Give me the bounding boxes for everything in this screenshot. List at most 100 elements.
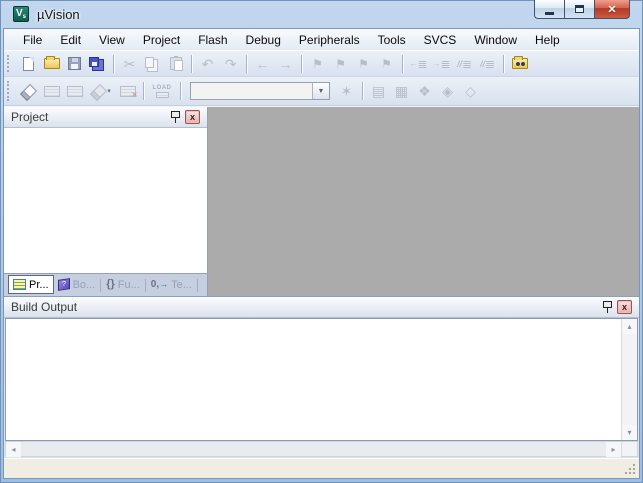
navigate-forward-button[interactable]: →: [274, 53, 297, 75]
pin-icon[interactable]: [603, 301, 612, 313]
uncomment-lines: ≣: [484, 56, 496, 71]
file-toolbar: ✂ ↶ ↷ ← → ⚑ ⚑ ⚑ ⚑ ← ≣ → ≣ //≣ //≣: [4, 51, 639, 77]
undo-icon: ↶: [201, 55, 214, 72]
menu-debug[interactable]: Debug: [237, 31, 290, 49]
bookmark-prev-icon: ⚑: [358, 56, 369, 71]
runtime-environment-button[interactable]: ◇: [459, 80, 482, 102]
open-file-button[interactable]: [40, 53, 63, 75]
horizontal-scroll-track[interactable]: [21, 442, 606, 456]
tab-project[interactable]: Pr...: [8, 275, 54, 294]
minimize-button[interactable]: [534, 0, 564, 19]
close-button[interactable]: ✕: [594, 0, 630, 19]
open-folder-icon: [43, 56, 60, 69]
toolbar-separator: [246, 54, 247, 73]
tab-separator: [196, 279, 198, 292]
tab-templates-label: Te...: [171, 278, 192, 291]
menu-tools[interactable]: Tools: [369, 31, 415, 49]
comment-button[interactable]: //≣: [453, 53, 476, 75]
comment-lines: ≣: [461, 56, 473, 71]
horizontal-scrollbar[interactable]: ◂ ▸: [5, 441, 638, 457]
pin-icon[interactable]: [171, 111, 180, 123]
tab-books[interactable]: ? Bo...: [54, 275, 100, 294]
copy-icon: [145, 56, 154, 68]
toolbar-separator: [301, 54, 302, 73]
build-toolbar: ▾ ✕ LOAD ▼ ✶ ▤ ▦ ❖ ◈ ◇: [4, 77, 639, 106]
rebuild-button[interactable]: [63, 80, 86, 102]
scroll-down-button[interactable]: ▾: [622, 425, 637, 440]
menu-edit[interactable]: Edit: [51, 31, 90, 49]
cut-button[interactable]: ✂: [118, 53, 141, 75]
build-output-content[interactable]: [6, 319, 621, 440]
rebuild-icon: [66, 85, 83, 97]
menu-flash[interactable]: Flash: [189, 31, 236, 49]
multi-project-workspace-button[interactable]: ▦: [390, 80, 413, 102]
book-question-mark: ?: [61, 280, 66, 289]
toolbar-grip[interactable]: [7, 55, 14, 72]
maximize-button[interactable]: [564, 0, 594, 19]
menu-file[interactable]: File: [14, 31, 51, 49]
bookmark-toggle-button[interactable]: ⚑: [306, 53, 329, 75]
download-flash-icon: LOAD: [153, 85, 172, 98]
menu-window[interactable]: Window: [465, 31, 526, 49]
new-file-button[interactable]: [17, 53, 40, 75]
menu-project[interactable]: Project: [134, 31, 189, 49]
save-button[interactable]: [63, 53, 86, 75]
resize-grip-icon[interactable]: [633, 464, 635, 466]
toolbar-separator: [180, 82, 181, 100]
uvision-window: Vs µVision ✕ File Edit View Project Flas…: [0, 0, 643, 483]
title-bar[interactable]: Vs µVision ✕: [0, 0, 643, 28]
workspace: Project x Pr... ? Bo... {} Fu... 0, → Te…: [4, 106, 639, 296]
project-panel-close-button[interactable]: x: [185, 110, 200, 124]
redo-button[interactable]: ↷: [219, 53, 242, 75]
toolbar-separator: [143, 82, 144, 100]
manage-project-items-button[interactable]: ▤: [367, 80, 390, 102]
window-title: µVision: [37, 6, 80, 22]
scroll-up-button[interactable]: ▴: [622, 319, 637, 334]
translate-button[interactable]: [17, 80, 40, 102]
navigate-back-icon: ←: [255, 55, 270, 72]
bookmark-next-button[interactable]: ⚑: [329, 53, 352, 75]
scroll-left-button[interactable]: ◂: [6, 442, 21, 457]
unindent-button[interactable]: ← ≣: [407, 53, 430, 75]
build-button[interactable]: [40, 80, 63, 102]
maximize-icon: [575, 5, 584, 13]
bookmark-prev-button[interactable]: ⚑: [352, 53, 375, 75]
find-in-files-button[interactable]: [508, 53, 531, 75]
indent-button[interactable]: → ≣: [430, 53, 453, 75]
client-area: File Edit View Project Flash Debug Perip…: [3, 28, 640, 479]
project-panel-tools: x: [171, 110, 200, 124]
build-output-close-button[interactable]: x: [617, 300, 632, 314]
undo-button[interactable]: ↶: [196, 53, 219, 75]
stop-build-button[interactable]: ✕: [116, 80, 139, 102]
menu-view[interactable]: View: [90, 31, 134, 49]
scroll-right-icon: ▸: [611, 445, 616, 454]
project-panel: Project x Pr... ? Bo... {} Fu... 0, → Te…: [4, 107, 208, 296]
navigate-back-button[interactable]: ←: [251, 53, 274, 75]
tab-separator: [144, 279, 146, 292]
project-tree[interactable]: [4, 128, 207, 273]
uncomment-button[interactable]: //≣: [476, 53, 499, 75]
bookmark-clear-icon: ⚑: [381, 56, 392, 71]
save-all-button[interactable]: [86, 53, 109, 75]
menu-help[interactable]: Help: [526, 31, 569, 49]
pack-installer-button[interactable]: ❖: [413, 80, 436, 102]
batch-build-button[interactable]: ▾: [86, 80, 116, 102]
select-software-packs-button[interactable]: ◈: [436, 80, 459, 102]
multi-project-workspace-icon: ▦: [394, 83, 409, 99]
menu-peripherals[interactable]: Peripherals: [290, 31, 369, 49]
toolbar-grip[interactable]: [7, 81, 14, 101]
tab-functions[interactable]: {} Fu...: [102, 275, 144, 294]
target-select[interactable]: ▼: [190, 82, 330, 100]
copy-button[interactable]: [141, 53, 164, 75]
paste-button[interactable]: [164, 53, 187, 75]
menu-svcs[interactable]: SVCS: [415, 31, 466, 49]
scroll-right-button[interactable]: ▸: [606, 442, 621, 457]
download-flash-button[interactable]: LOAD: [148, 80, 176, 102]
project-panel-tabbar: Pr... ? Bo... {} Fu... 0, → Te...: [4, 273, 207, 296]
scroll-left-icon: ◂: [11, 445, 16, 454]
tab-templates[interactable]: 0, → Te...: [147, 275, 196, 294]
target-select-dropdown-button[interactable]: ▼: [312, 83, 329, 99]
vertical-scrollbar[interactable]: ▴ ▾: [621, 319, 637, 440]
bookmark-clear-button[interactable]: ⚑: [375, 53, 398, 75]
options-for-target-button[interactable]: ✶: [335, 80, 358, 102]
